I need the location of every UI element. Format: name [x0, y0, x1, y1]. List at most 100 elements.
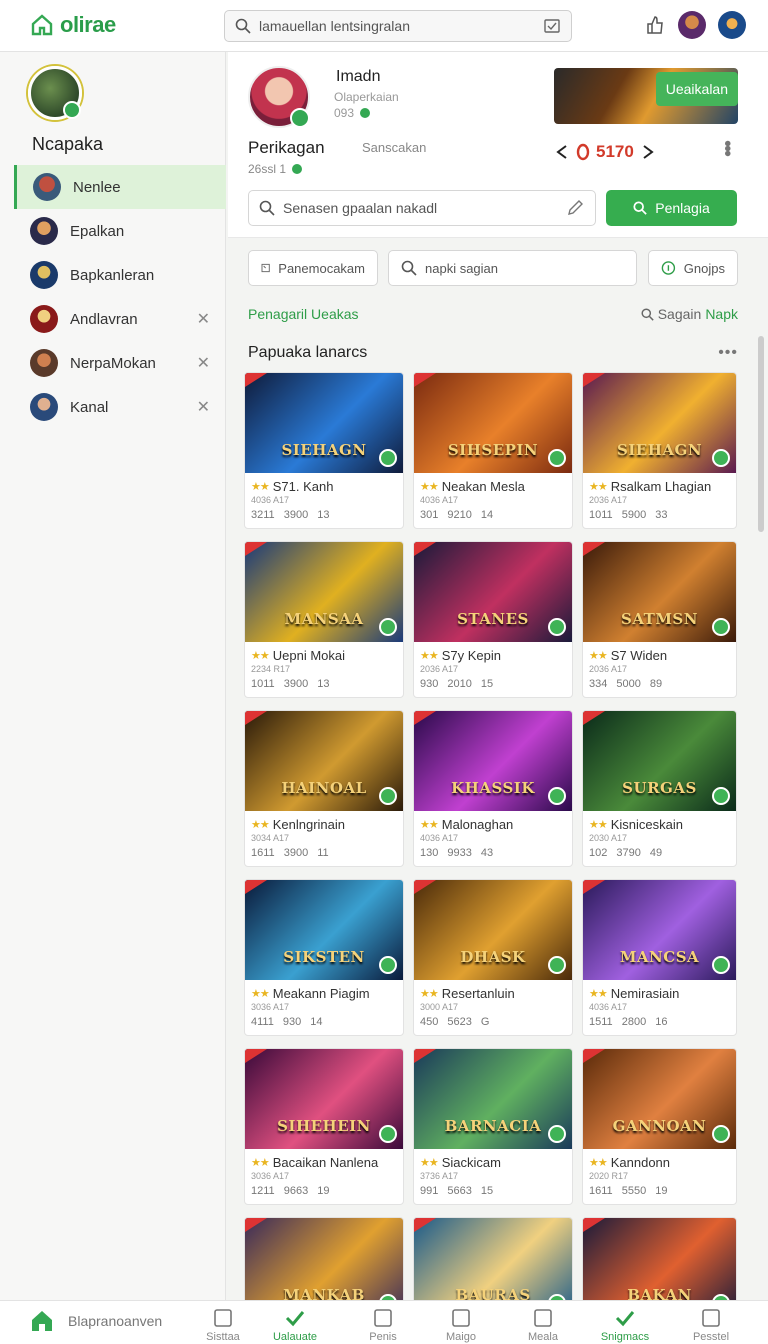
add-icon[interactable]: [379, 956, 397, 974]
thumbs-up-icon[interactable]: [644, 14, 666, 36]
sidebar-item-epalkan[interactable]: Epalkan: [14, 209, 226, 253]
rating-stars-icon: ★★: [589, 819, 608, 831]
game-card[interactable]: SATMSN ★★ S7 Widen 2036 A17 334 5000 89: [582, 541, 737, 698]
game-card[interactable]: SIEHAGN ★★ S71. Kanh 4036 A17 3211 3900 13: [244, 372, 404, 529]
game-card[interactable]: SIKSTEN ★★ Meakann Piagim 3036 A17 4111 930 …: [244, 879, 404, 1036]
game-cover-image[interactable]: SIKSTEN: [245, 880, 403, 980]
game-title-row: ★★ S7y Kepin: [420, 648, 501, 663]
bottom-nav-item[interactable]: Pesstel: [676, 1307, 746, 1343]
add-icon[interactable]: [379, 449, 397, 467]
game-card[interactable]: MANSAA ★★ Uepni Mokai 2234 R17 1011 3900 13: [244, 541, 404, 698]
more-options-icon[interactable]: •••: [718, 344, 738, 362]
game-cover-image[interactable]: SATMSN: [583, 542, 736, 642]
game-cover-image[interactable]: KHASSIK: [414, 711, 572, 811]
promo-button[interactable]: Ueaikalan: [655, 72, 738, 106]
sidebar-item-andlavran[interactable]: Andlavran ✕: [14, 297, 226, 341]
sidebar-item-nenlee[interactable]: Nenlee: [14, 165, 226, 209]
bottom-nav-item[interactable]: Meala: [508, 1307, 578, 1343]
game-title-row: ★★ Resertanluin: [420, 986, 515, 1001]
close-icon[interactable]: ✕: [197, 353, 210, 373]
search-icon: [401, 260, 417, 276]
add-icon[interactable]: [548, 449, 566, 467]
game-title-row: ★★ Rsalkam Lhagian: [589, 479, 711, 494]
add-icon[interactable]: [548, 956, 566, 974]
game-cover-image[interactable]: DHASK: [414, 880, 572, 980]
sidebar-item-nerpamokan[interactable]: NerpaMokan ✕: [14, 341, 226, 385]
game-cover-image[interactable]: STANES: [414, 542, 572, 642]
bottom-nav-item[interactable]: Sisttaa: [188, 1307, 258, 1343]
game-cover-image[interactable]: SIEHAGN: [583, 373, 736, 473]
main-content: Imadn Olaperkaian 093 Ueaikalan Perikaga…: [228, 52, 768, 1344]
bottom-nav-item[interactable]: Maigo: [426, 1307, 496, 1343]
section-title-link[interactable]: Penagaril Ueakas: [248, 306, 359, 322]
arrow-right-icon[interactable]: [640, 143, 656, 161]
profile-avatar[interactable]: [248, 66, 310, 128]
game-card[interactable]: SIHEHEIN ★★ Bacaikan Nanlena 3036 A17 1211 9…: [244, 1048, 404, 1205]
top-search-text: lamauellan lentsingralan: [259, 18, 410, 34]
game-stats: 130 9933 43: [420, 847, 494, 859]
bottom-nav-item[interactable]: Penis: [348, 1307, 418, 1343]
game-card[interactable]: GANNOAN ★★ Kanndonn 2020 R17 1611 5550 19: [582, 1048, 737, 1205]
add-icon[interactable]: [548, 787, 566, 805]
add-icon[interactable]: [548, 1125, 566, 1143]
add-icon[interactable]: [712, 787, 730, 805]
bottom-nav-item[interactable]: Snigmacs: [590, 1307, 660, 1343]
add-icon[interactable]: [379, 787, 397, 805]
promo-banner[interactable]: Ueaikalan: [554, 68, 738, 124]
arrow-left-icon[interactable]: [554, 143, 570, 161]
filter-search-input[interactable]: napki sagian: [388, 250, 637, 286]
game-cover-image[interactable]: SIHEHEIN: [245, 1049, 403, 1149]
add-icon[interactable]: [712, 618, 730, 636]
close-icon[interactable]: ✕: [197, 309, 210, 329]
sidebar-item-kanal[interactable]: Kanal ✕: [14, 385, 226, 429]
add-icon[interactable]: [379, 618, 397, 636]
profile-search-placeholder: Senasen gpaalan nakadl: [283, 200, 438, 216]
game-stats: 3211 3900 13: [251, 509, 330, 521]
profile-number-text: 093: [334, 106, 355, 120]
game-card[interactable]: SURGAS ★★ Kisniceskain 2030 A17 102 3790 49: [582, 710, 737, 867]
game-card[interactable]: BARNACIA ★★ Siackicam 3736 A17 991 5663 15: [413, 1048, 573, 1205]
bottom-nav-home[interactable]: Blapranoanven: [30, 1309, 162, 1333]
game-card[interactable]: STANES ★★ S7y Kepin 2036 A17 930 2010 15: [413, 541, 573, 698]
game-card[interactable]: HAINOAL ★★ Kenlngrinain 3034 A17 1611 3900 1…: [244, 710, 404, 867]
game-cover-image[interactable]: HAINOAL: [245, 711, 403, 811]
game-card[interactable]: KHASSIK ★★ Malonaghan 4036 A17 130 9933 43: [413, 710, 573, 867]
section-search-link[interactable]: Sagain Napk: [641, 306, 738, 322]
app-logo[interactable]: olirae: [30, 12, 116, 38]
filter-chip-groups[interactable]: Gnojps: [648, 250, 738, 286]
game-cover-image[interactable]: GANNOAN: [583, 1049, 736, 1149]
top-search-input[interactable]: lamauellan lentsingralan: [224, 10, 572, 42]
more-options-icon[interactable]: •••: [715, 140, 738, 155]
add-icon[interactable]: [712, 1125, 730, 1143]
close-icon[interactable]: ✕: [197, 397, 210, 417]
game-cover-image[interactable]: MANCSA: [583, 880, 736, 980]
add-icon[interactable]: [712, 956, 730, 974]
game-meta: 3000 A17: [420, 1002, 459, 1012]
image-search-icon[interactable]: [543, 17, 561, 35]
game-card[interactable]: SIEHAGN ★★ Rsalkam Lhagian 2036 A17 1011 590…: [582, 372, 737, 529]
verified-badge: [290, 108, 310, 128]
edit-icon[interactable]: [565, 198, 585, 218]
game-cover-image[interactable]: SIEHAGN: [245, 373, 403, 473]
account-avatar[interactable]: [718, 11, 746, 39]
bottom-nav-item[interactable]: Ualauate: [260, 1307, 330, 1343]
add-icon[interactable]: [712, 449, 730, 467]
game-card[interactable]: DHASK ★★ Resertanluin 3000 A17 450 5623 G: [413, 879, 573, 1036]
game-card[interactable]: MANCSA ★★ Nemirasiain 4036 A17 1511 2800 16: [582, 879, 737, 1036]
scrollbar[interactable]: [758, 336, 764, 532]
sidebar-avatar[interactable]: [28, 66, 82, 120]
game-cover-image[interactable]: MANSAA: [245, 542, 403, 642]
bottom-nav: Blapranoanven Sisttaa Ualauate Penis Maigo M…: [0, 1300, 768, 1344]
game-cover-image[interactable]: BARNACIA: [414, 1049, 572, 1149]
game-card[interactable]: SIHSEPIN ★★ Neakan Mesla 4036 A17 301 9210 1…: [413, 372, 573, 529]
search-button[interactable]: Penlagia: [606, 190, 737, 226]
game-cover-image[interactable]: SIHSEPIN: [414, 373, 572, 473]
game-cover-image[interactable]: SURGAS: [583, 711, 736, 811]
sidebar-item-bapkanleran[interactable]: Bapkanleran: [14, 253, 226, 297]
add-icon[interactable]: [548, 618, 566, 636]
profile-search-input[interactable]: Senasen gpaalan nakadl: [248, 190, 596, 226]
bottom-nav-label: Penis: [369, 1331, 397, 1343]
filter-chip-category[interactable]: Panemocakam: [248, 250, 378, 286]
add-icon[interactable]: [379, 1125, 397, 1143]
user-avatar[interactable]: [678, 11, 706, 39]
